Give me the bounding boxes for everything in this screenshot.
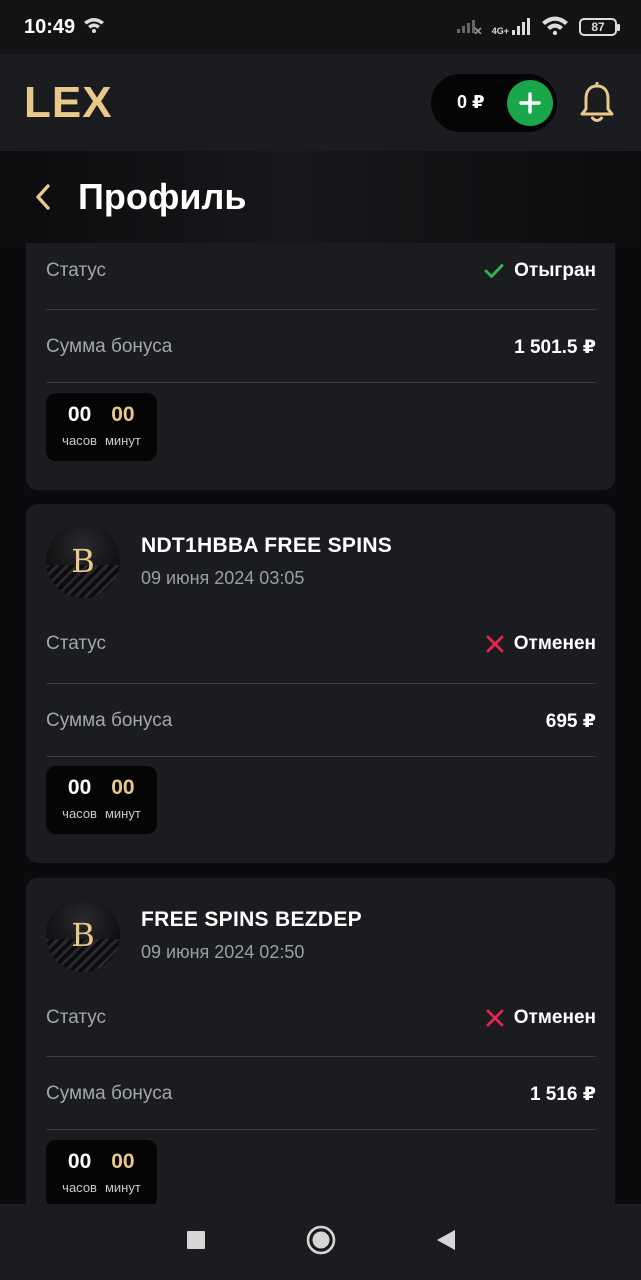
status-bar: 10:49 4G+ 87 <box>0 0 641 54</box>
nav-triangle-icon <box>436 1229 455 1250</box>
timer-hours-value: 00 <box>67 403 92 426</box>
app-header: LEX 0 ₽ <box>0 54 641 151</box>
wifi-icon <box>541 15 569 40</box>
nav-home-button[interactable] <box>306 1225 336 1260</box>
cross-icon <box>486 635 504 653</box>
amount-row: Сумма бонуса 1 516 ₽ <box>46 1057 596 1131</box>
countdown-timer: 00 часов 00 минут <box>46 1140 157 1204</box>
back-chevron-icon <box>36 184 50 210</box>
balance-amount: 0 ₽ <box>457 92 485 112</box>
amount-value: 1 516 ₽ <box>529 1083 596 1105</box>
status-row: Статус Отменен <box>46 981 596 1055</box>
status-label: Статус <box>46 1007 107 1028</box>
timer-minutes-value: 00 <box>111 403 135 426</box>
timer-minutes-value: 00 <box>111 1150 135 1173</box>
divider <box>46 1129 596 1130</box>
status-value: Отыгран <box>484 260 596 282</box>
amount-label: Сумма бонуса <box>46 1083 173 1104</box>
deposit-button[interactable] <box>507 79 553 126</box>
status-text: Отыгран <box>514 260 596 281</box>
timer-minutes-label: минут <box>104 806 141 821</box>
status-text: Отменен <box>513 1007 596 1028</box>
timer-hours-value: 00 <box>67 776 92 799</box>
page-title-bar: Профиль <box>0 151 641 243</box>
bonus-date: 09 июня 2024 02:50 <box>141 941 305 962</box>
timer-hours-label: часов <box>62 433 97 448</box>
bonus-title: NDT1HBBA FREE SPINS <box>141 533 393 557</box>
system-nav-bar <box>0 1204 641 1280</box>
status-text: Отменен <box>513 633 596 654</box>
timer-hours: 00 часов <box>62 776 97 834</box>
card-head-text: FREE SPINS BEZDEP 09 июня 2024 02:50 <box>141 908 362 963</box>
timer-minutes: 00 минут <box>105 1150 141 1204</box>
timer-hours-label: часов <box>62 1180 97 1195</box>
check-icon <box>484 264 504 278</box>
card-head-text: NDT1HBBA FREE SPINS 09 июня 2024 03:05 <box>141 534 392 589</box>
battery-level: 87 <box>591 20 605 34</box>
bell-icon <box>580 81 614 122</box>
lex-logo[interactable]: LEX <box>24 78 113 128</box>
cross-icon <box>486 1009 504 1027</box>
plus-icon <box>519 91 541 114</box>
signal-4g-icon: 4G+ <box>492 18 531 36</box>
wifi-icon <box>83 17 105 38</box>
bonus-avatar: B <box>46 524 120 598</box>
avatar-letter: B <box>71 542 95 580</box>
amount-label: Сумма бонуса <box>46 710 173 731</box>
bonus-avatar: B <box>46 898 120 972</box>
divider <box>46 382 596 383</box>
page-title: Профиль <box>78 176 247 217</box>
status-row: Статус Отыгран <box>46 243 596 308</box>
amount-row: Сумма бонуса 695 ₽ <box>46 684 596 758</box>
amount-value: 695 ₽ <box>545 710 596 732</box>
bonus-title: FREE SPINS BEZDEP <box>141 907 362 931</box>
status-value: Отменен <box>486 1007 596 1029</box>
bonus-card: Статус Отыгран Сумма бонуса 1 501.5 ₽ 00… <box>26 243 615 490</box>
network-type: 4G+ <box>491 26 509 36</box>
timer-minutes: 00 минут <box>105 403 141 461</box>
bonus-card: B FREE SPINS BEZDEP 09 июня 2024 02:50 С… <box>26 878 615 1204</box>
nav-circle-icon <box>306 1225 335 1254</box>
signal-icon <box>456 16 482 39</box>
avatar-letter: B <box>71 916 95 954</box>
countdown-timer: 00 часов 00 минут <box>46 766 157 834</box>
timer-minutes: 00 минут <box>105 776 141 834</box>
amount-row: Сумма бонуса 1 501.5 ₽ <box>46 310 596 384</box>
status-row: Статус Отменен <box>46 607 596 681</box>
card-header: B NDT1HBBA FREE SPINS 09 июня 2024 03:05 <box>46 524 392 598</box>
nav-square-icon <box>186 1230 205 1249</box>
nav-back-button[interactable] <box>436 1229 456 1256</box>
timer-minutes-value: 00 <box>111 776 135 799</box>
timer-hours: 00 часов <box>62 403 97 461</box>
notifications-button[interactable] <box>577 81 617 125</box>
timer-minutes-label: минут <box>104 1180 141 1195</box>
bonus-list[interactable]: Статус Отыгран Сумма бонуса 1 501.5 ₽ 00… <box>0 243 641 1204</box>
timer-hours-value: 00 <box>67 1150 92 1173</box>
status-value: Отменен <box>486 633 596 655</box>
bonus-card: B NDT1HBBA FREE SPINS 09 июня 2024 03:05… <box>26 504 615 863</box>
back-button[interactable] <box>34 182 58 212</box>
timer-minutes-label: минут <box>104 433 141 448</box>
countdown-timer: 00 часов 00 минут <box>46 393 157 461</box>
nav-recents-button[interactable] <box>186 1230 206 1255</box>
balance-pill[interactable]: 0 ₽ <box>431 73 557 132</box>
timer-hours: 00 часов <box>62 1150 97 1204</box>
amount-label: Сумма бонуса <box>46 336 173 357</box>
timer-hours-label: часов <box>62 806 97 821</box>
status-label: Статус <box>46 633 107 654</box>
bonus-date: 09 июня 2024 03:05 <box>141 567 305 588</box>
status-label: Статус <box>46 260 107 281</box>
status-time: 10:49 <box>24 15 76 38</box>
card-header: B FREE SPINS BEZDEP 09 июня 2024 02:50 <box>46 898 362 972</box>
battery-icon: 87 <box>579 18 620 36</box>
amount-value: 1 501.5 ₽ <box>514 336 596 358</box>
divider <box>46 756 596 757</box>
